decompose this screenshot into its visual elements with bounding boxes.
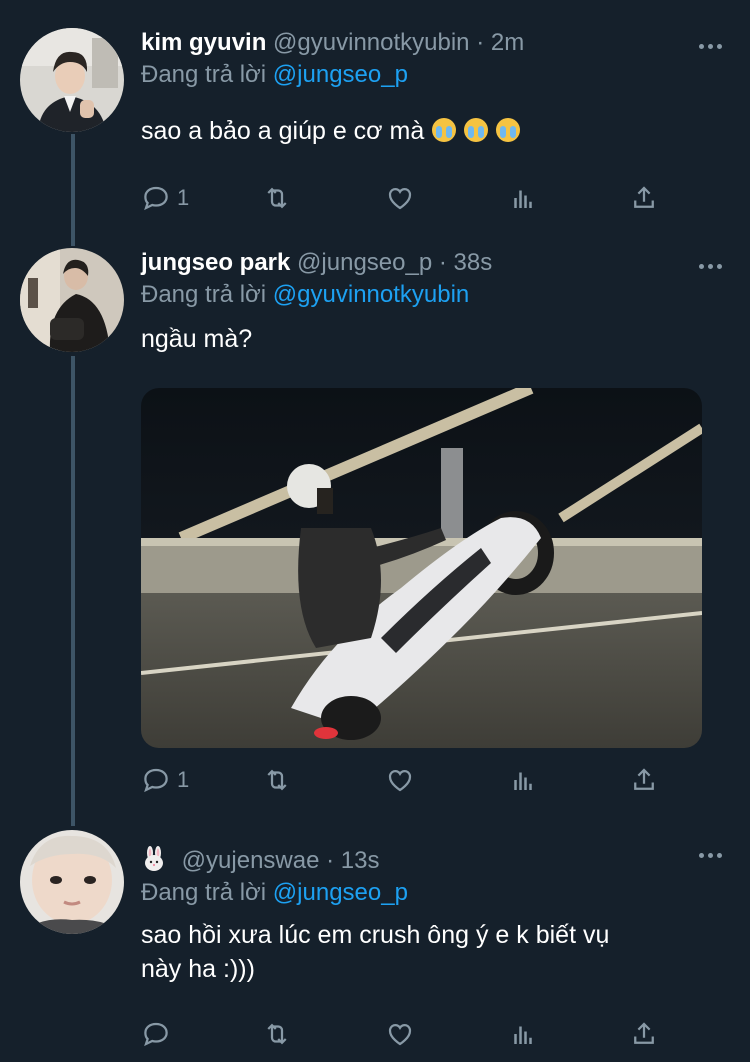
reply-icon [144,1022,168,1047]
reply-count: 1 [177,767,190,792]
more-icon[interactable] [699,853,722,858]
share-icon [634,768,654,790]
timestamp[interactable]: 2m [491,29,524,56]
tweet-text: ngầu mà? [141,325,253,353]
handle[interactable]: @yujenswae [182,847,320,874]
avatar[interactable] [20,248,124,352]
heart-icon [388,187,412,210]
analytics-icon [514,190,532,208]
display-name[interactable]: kim gyuvin [141,29,266,56]
heart-icon [388,1023,412,1046]
mention-link[interactable]: @jungseo_p [273,61,408,88]
timestamp[interactable]: 38s [454,249,493,276]
share-button[interactable] [629,762,659,798]
reply-button[interactable]: 1 [141,762,189,798]
action-bar: 1 [141,762,661,798]
like-button[interactable] [385,180,415,216]
rabbit-emoji-icon [141,846,167,872]
crying-emoji-icon [464,118,489,142]
reply-prefix: Đang trả lời [141,281,267,308]
separator: · [326,847,335,874]
action-bar: 1 [141,180,661,216]
share-button[interactable] [629,1016,659,1052]
reply-button[interactable] [141,1016,177,1052]
reply-button[interactable]: 1 [141,180,189,216]
reply-prefix: Đang trả lời [141,879,267,906]
crying-emoji-icon [496,118,521,142]
reply-icon [144,768,168,793]
action-bar [141,1016,661,1052]
tweet[interactable]: @yujenswae · 13s Đang trả lời @jungseo_p… [0,820,750,1062]
retweet-button[interactable] [262,180,292,216]
separator: · [438,249,447,276]
avatar[interactable] [20,830,124,934]
separator: · [476,29,485,56]
analytics-button[interactable] [508,762,538,798]
tweet[interactable]: kim gyuvin @gyuvinnotkyubin · 2m Đang tr… [0,0,750,240]
like-button[interactable] [385,762,415,798]
heart-icon [388,769,412,792]
crying-emoji-icon [432,118,457,142]
display-name[interactable]: jungseo park [141,249,290,276]
more-icon[interactable] [699,264,722,269]
analytics-button[interactable] [508,180,538,216]
retweet-icon [267,769,287,791]
tweet-text-block: sao a bảo a giúp e cơ mà [141,114,730,148]
handle[interactable]: @jungseo_p [297,249,432,276]
retweet-icon [267,1023,287,1045]
reply-icon [144,186,168,211]
avatar[interactable] [20,28,124,132]
tweet-media-image[interactable] [141,388,702,748]
like-button[interactable] [385,1016,415,1052]
retweet-button[interactable] [262,762,292,798]
mention-link[interactable]: @jungseo_p [273,879,408,906]
tweet-text-line: này ha :))) [141,955,255,983]
tweet-text-block: sao hồi xưa lúc em crush ông ý e k biết … [141,918,730,986]
reply-prefix: Đang trả lời [141,61,267,88]
analytics-icon [514,772,532,790]
handle[interactable]: @gyuvinnotkyubin [273,29,469,56]
retweet-button[interactable] [262,1016,292,1052]
analytics-button[interactable] [508,1016,538,1052]
mention-link[interactable]: @gyuvinnotkyubin [273,281,469,308]
retweet-icon [267,187,287,209]
analytics-icon [514,1026,532,1044]
share-button[interactable] [629,180,659,216]
share-icon [634,186,654,208]
tweet-text: sao a bảo a giúp e cơ mà [141,117,425,145]
more-icon[interactable] [699,44,722,49]
share-icon [634,1022,654,1044]
timestamp[interactable]: 13s [341,847,380,874]
reply-count: 1 [177,185,190,210]
tweet-text-line: sao hồi xưa lúc em crush ông ý e k biết … [141,921,610,949]
tweet[interactable]: jungseo park @jungseo_p · 38s Đang trả l… [0,240,750,820]
